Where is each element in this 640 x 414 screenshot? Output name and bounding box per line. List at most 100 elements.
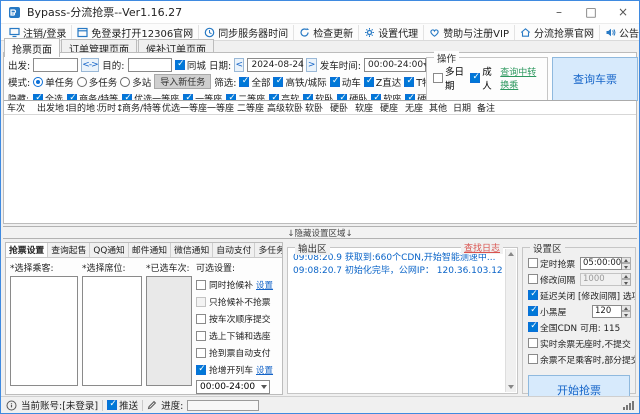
option-waitlist-only[interactable]: 只抢候补不抢票	[196, 293, 279, 310]
option-extra-trains[interactable]: 抢增开列车设置	[196, 361, 279, 378]
log-line: 09:08:20.7 初始化完毕，公网IP： 120.36.103.120	[293, 265, 503, 278]
delay-close-row: 延迟关闭 [修改间隔] 选项	[528, 287, 635, 303]
official-site-button[interactable]: 分流抢票官网	[514, 25, 599, 40]
col-remark[interactable]: 备注	[477, 101, 636, 114]
filter-z-train[interactable]: Z直达	[364, 75, 402, 89]
interval-spinner[interactable]: 1000	[580, 273, 631, 286]
filter-highspeed[interactable]: 高铁/城际	[273, 75, 326, 89]
options-column: 可选设置: 同时抢候补设置 只抢候补不抢票 按车次顺序提交 选上下铺和选座 抢到…	[196, 261, 279, 394]
window-title: Bypass-分流抢票--Ver1.16.27	[27, 4, 543, 20]
passenger-list[interactable]	[10, 276, 78, 386]
passengers-label: *选择乘客:	[10, 261, 78, 274]
find-log-link[interactable]: 查找日志	[461, 241, 503, 254]
option-auto-pay[interactable]: 抢到票自动支付	[196, 344, 279, 361]
extra-trains-settings-link[interactable]: 设置	[256, 364, 273, 376]
tab-multitask-area[interactable]: 多任务操作区	[255, 243, 282, 257]
open-12306-button[interactable]: 免登录打开12306官网	[71, 25, 198, 40]
multi-date-checkbox[interactable]: 多日期	[433, 64, 464, 92]
tab-sale-start-query[interactable]: 查询起售	[48, 243, 90, 257]
check-update-button[interactable]: 检查更新	[293, 25, 358, 40]
seat-list[interactable]	[82, 276, 142, 386]
chevron-down-icon	[258, 381, 269, 393]
timed-grab-checkbox[interactable]: 定时抢票	[528, 257, 575, 270]
maximize-button[interactable]: □	[575, 1, 607, 23]
same-city-checkbox[interactable]: 同城	[175, 58, 206, 72]
col-depart[interactable]: 出发地↕	[37, 101, 68, 114]
tab-qq-notify[interactable]: QQ通知	[90, 243, 128, 257]
pencil-icon	[147, 400, 157, 410]
timed-grab-spinner[interactable]: 05:00:00	[580, 257, 631, 270]
depart-input[interactable]	[33, 58, 77, 72]
prev-date-button[interactable]: <	[234, 58, 244, 72]
import-task-button[interactable]: 导入新任务	[154, 74, 211, 89]
browser-icon	[77, 27, 88, 38]
tab-wechat-notify[interactable]: 微信通知	[171, 243, 213, 257]
col-date[interactable]: 日期	[453, 101, 477, 114]
query-tickets-button[interactable]: 查询车票	[552, 57, 638, 101]
delay-close-checkbox[interactable]: 延迟关闭 [修改间隔] 选项	[528, 289, 635, 302]
minimize-button[interactable]: –	[543, 1, 575, 23]
partial-submit-checkbox[interactable]: 余票不足乘客时,部分提交	[528, 353, 635, 366]
option-waitlist-too[interactable]: 同时抢候补设置	[196, 276, 279, 293]
interval-checkbox[interactable]: 修改间隔	[528, 273, 575, 286]
depart-time-select[interactable]: 00:00-24:00	[364, 58, 426, 72]
col-deluxe-soft[interactable]: 高级软卧	[267, 101, 305, 114]
col-second[interactable]: 二等座	[237, 101, 267, 114]
radio-multi-station[interactable]: 多站	[120, 75, 151, 89]
col-first[interactable]: 一等座	[207, 101, 237, 114]
close-button[interactable]: ×	[607, 1, 639, 23]
dest-input[interactable]	[128, 58, 172, 72]
radio-multi-task[interactable]: 多任务	[77, 75, 118, 89]
proxy-settings-button[interactable]: 设置代理	[358, 25, 423, 40]
output-scrollbar[interactable]	[505, 249, 516, 392]
date-input[interactable]: 2024-08-24	[247, 58, 303, 72]
blackroom-spinner[interactable]: 120	[592, 305, 631, 318]
col-dest[interactable]: 目的地↕	[68, 101, 98, 114]
option-submit-in-order[interactable]: 按车次顺序提交	[196, 310, 279, 327]
tab-ticket-page[interactable]: 抢票页面	[4, 38, 60, 57]
seat-column: *选择席位:	[82, 261, 142, 394]
train-table: 车次 出发地↕ 目的地↕ 历时↕ 商务/特等 优选一等座 一等座 二等座 高级软…	[4, 100, 636, 223]
filter-d-train[interactable]: 动车	[330, 75, 361, 89]
hide-settings-splitter[interactable]: ↓隐藏设置区域↓	[3, 226, 637, 239]
selected-train-list[interactable]	[146, 276, 192, 386]
sync-time-button[interactable]: 同步服务器时间	[198, 25, 293, 40]
col-no-seat[interactable]: 无座	[405, 101, 429, 114]
seats-label: *选择席位:	[82, 261, 142, 274]
col-other[interactable]: 其他	[429, 101, 453, 114]
transfer-query-link[interactable]: 查询中转换乘	[500, 65, 542, 91]
filter-label: 筛选:	[214, 75, 236, 89]
waitlist-settings-link[interactable]: 设置	[256, 279, 273, 291]
tab-ticket-settings[interactable]: 抢票设置	[6, 243, 48, 257]
col-soft-sleeper[interactable]: 软卧	[305, 101, 330, 114]
tab-auto-pay[interactable]: 自动支付	[213, 243, 255, 257]
blackroom-checkbox[interactable]: 小黑屋	[528, 305, 566, 318]
radio-single-task[interactable]: 单任务	[33, 75, 74, 89]
speaker-icon	[605, 27, 616, 38]
spin-down-icon	[622, 311, 631, 318]
col-hard-sleeper[interactable]: 硬卧	[330, 101, 355, 114]
col-preferred-first[interactable]: 优选一等座	[162, 101, 207, 114]
gear-icon	[364, 27, 375, 38]
tab-mail-notify[interactable]: 邮件通知	[129, 243, 171, 257]
cdn-checkbox[interactable]: 全国CDN	[528, 321, 577, 334]
col-train-no[interactable]: 车次	[4, 101, 37, 114]
col-duration[interactable]: 历时↕	[98, 101, 122, 114]
col-soft-seat[interactable]: 软座	[355, 101, 380, 114]
vip-donate-button[interactable]: 赞助与注册VIP	[423, 25, 514, 40]
option-berth-seat-choice[interactable]: 选上下铺和选座	[196, 327, 279, 344]
operation-legend: 操作	[434, 51, 459, 65]
adult-checkbox[interactable]: 成人	[470, 64, 494, 92]
push-toggle[interactable]: 推送	[107, 398, 138, 412]
no-seat-checkbox[interactable]: 实时余票无座时,不提交	[528, 337, 631, 350]
col-hard-seat[interactable]: 硬座	[380, 101, 405, 114]
col-business[interactable]: 商务/特等	[122, 101, 162, 114]
home-icon	[520, 27, 531, 38]
option-time-range-select[interactable]: 00:00-24:00	[196, 380, 270, 394]
filter-t-train[interactable]: T特快	[404, 75, 426, 89]
next-date-button[interactable]: >	[306, 58, 316, 72]
filter-all[interactable]: 全部	[239, 75, 270, 89]
dest-label: 目的:	[102, 58, 124, 72]
swap-stations-button[interactable]: <->	[81, 58, 100, 72]
date-label: 日期:	[209, 58, 231, 72]
